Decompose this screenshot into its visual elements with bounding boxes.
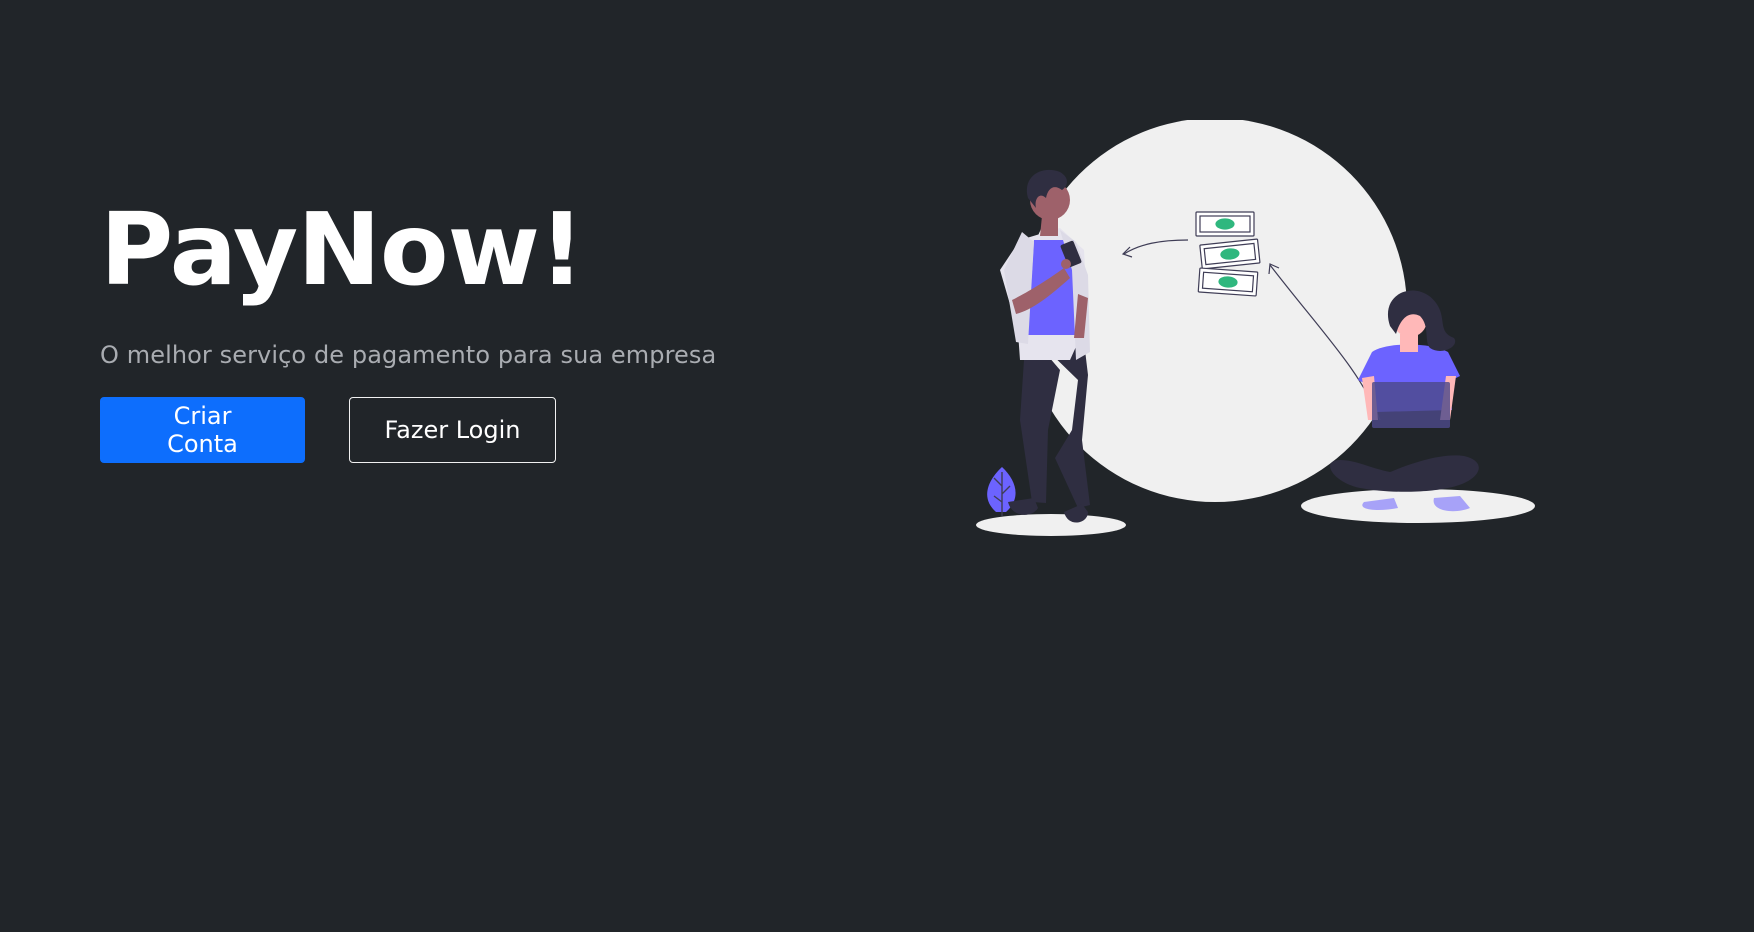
ground-shadow-left [976, 514, 1126, 536]
page-subtitle: O melhor serviço de pagamento para sua e… [100, 341, 717, 369]
money-bills-icon [1195, 211, 1261, 297]
hero-text-block: PayNow! O melhor serviço de pagamento pa… [100, 195, 716, 463]
ground-shadow-right [1301, 489, 1535, 523]
create-account-button[interactable]: Criar Conta [100, 397, 305, 463]
page-title: PayNow! [100, 191, 585, 308]
hero-actions: Criar Conta Fazer Login [100, 397, 716, 463]
payment-illustration [960, 118, 1560, 550]
login-button[interactable]: Fazer Login [349, 397, 556, 463]
